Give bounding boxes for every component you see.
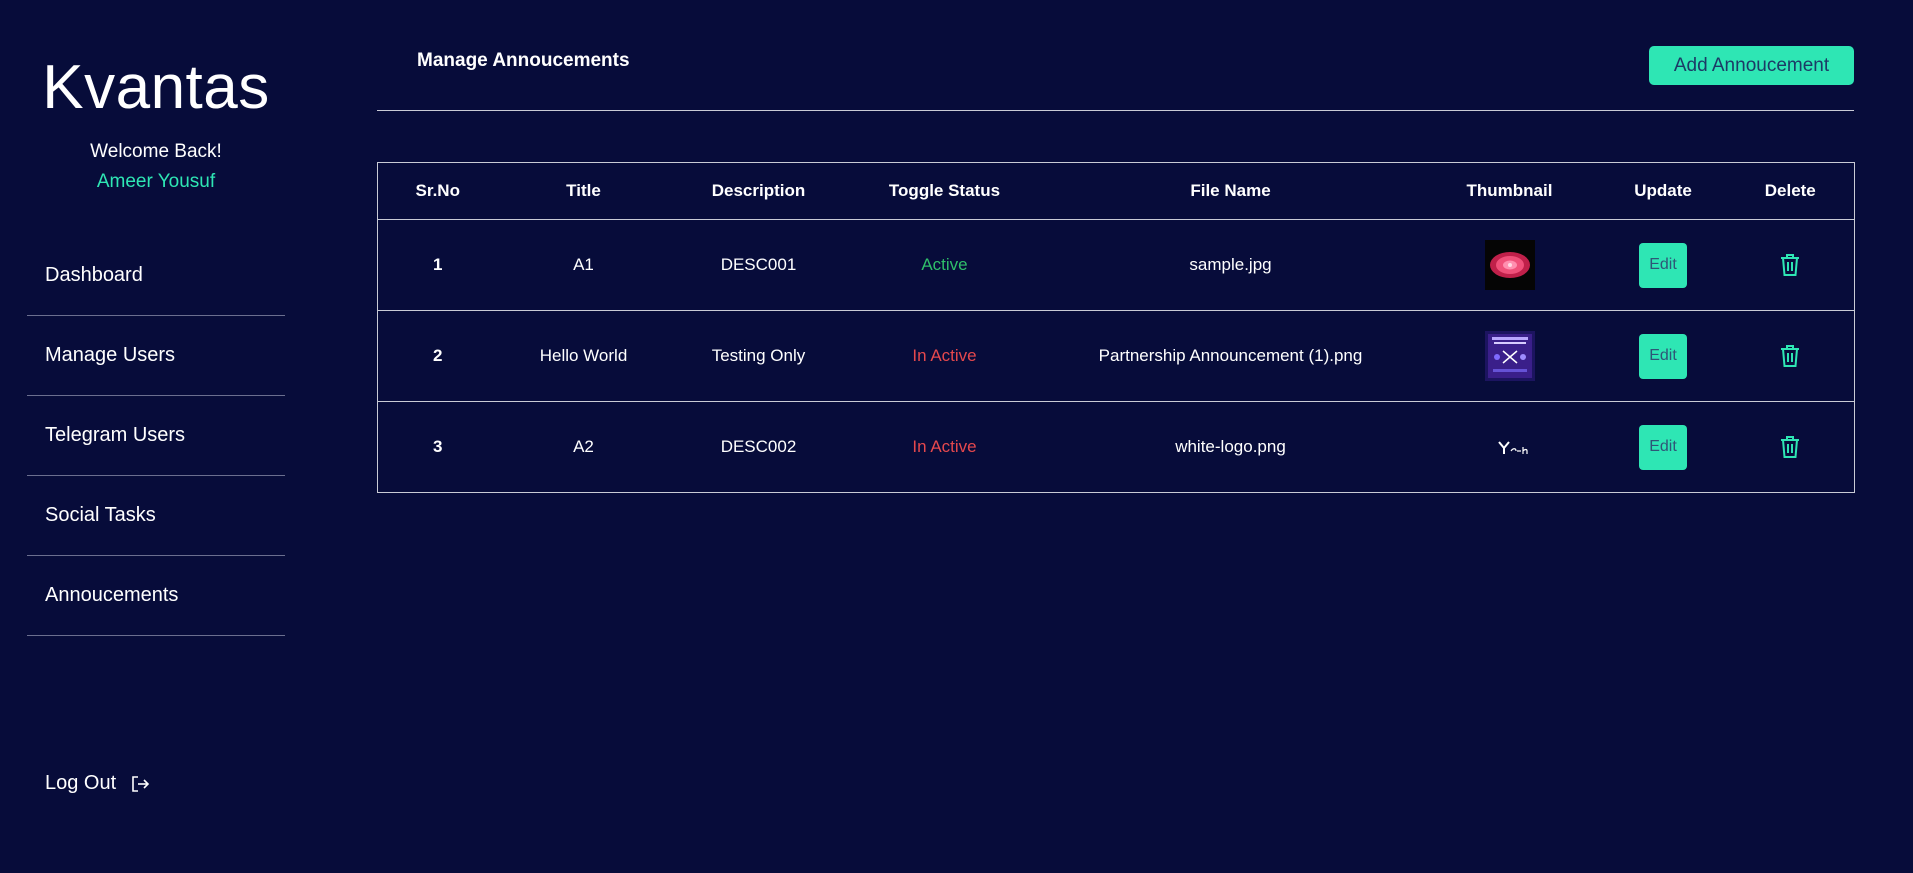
description-cell: DESC001	[669, 219, 848, 311]
thumbnail-image	[1484, 331, 1535, 381]
add-annoucement-button[interactable]: Add Annoucement	[1649, 46, 1854, 85]
sidebar-item-label: Dashboard	[45, 264, 143, 286]
column-header: Toggle Status	[847, 162, 1042, 220]
column-header: Sr.No	[377, 162, 498, 220]
trash-icon[interactable]	[1779, 344, 1801, 368]
logout-button[interactable]: Log Out	[45, 772, 150, 795]
sidebar-item-social-tasks[interactable]: Social Tasks	[27, 476, 285, 556]
file-name-cell: Partnership Announcement (1).png	[1041, 310, 1420, 402]
sr-no-cell: 2	[377, 310, 498, 402]
delete-cell	[1726, 310, 1855, 402]
status-cell[interactable]: Active	[847, 219, 1042, 311]
header-divider	[377, 110, 1854, 111]
thumbnail-cell	[1419, 219, 1600, 311]
title-cell: A1	[497, 219, 670, 311]
file-name-cell: white-logo.png	[1175, 437, 1286, 456]
edit-button[interactable]: Edit	[1639, 424, 1687, 470]
welcome-text: Welcome Back!	[90, 141, 222, 162]
file-name-cell: sample.jpg	[1041, 219, 1420, 311]
table-row: 1 A1 DESC001 Active sample.jpg Edit	[377, 219, 1855, 311]
sidebar-item-telegram-users[interactable]: Telegram Users	[27, 396, 285, 476]
sidebar-nav: Dashboard Manage Users Telegram Users So…	[27, 236, 285, 636]
column-header: Thumbnail	[1419, 162, 1600, 220]
update-cell: Edit	[1599, 219, 1727, 311]
thumbnail-cell	[1420, 402, 1600, 493]
trash-icon[interactable]	[1779, 253, 1801, 277]
sidebar-item-annoucements[interactable]: Annoucements	[27, 556, 285, 636]
sr-no-cell: 1	[377, 219, 498, 311]
column-header: Delete	[1726, 162, 1855, 220]
thumbnail-image	[1484, 240, 1535, 290]
annoucements-table: Sr.No Title Description Toggle Status Fi…	[377, 162, 1855, 493]
trash-icon[interactable]	[1779, 435, 1801, 459]
update-cell: Edit	[1600, 402, 1727, 493]
brand-logo: Kvantas	[42, 53, 270, 122]
delete-cell	[1727, 402, 1855, 493]
user-name: Ameer Yousuf	[96, 171, 216, 192]
sidebar-item-manage-users[interactable]: Manage Users	[27, 316, 285, 396]
table-header-row: Sr.No Title Description Toggle Status Fi…	[377, 162, 1855, 220]
sr-no-cell: 3	[433, 437, 443, 456]
logout-icon	[132, 775, 150, 792]
delete-cell	[1726, 219, 1855, 311]
page-title: Manage Annoucements	[417, 50, 630, 71]
sidebar-item-label: Telegram Users	[45, 424, 186, 446]
description-cell: DESC002	[720, 437, 797, 456]
column-header: File Name	[1041, 162, 1420, 220]
title-cell: Hello World	[497, 310, 670, 402]
description-cell: Testing Only	[669, 310, 848, 402]
edit-button[interactable]: Edit	[1639, 333, 1687, 379]
update-cell: Edit	[1599, 310, 1727, 402]
sidebar: Kvantas Welcome Back! Ameer Yousuf Dashb…	[0, 0, 310, 873]
status-cell[interactable]: In Active	[847, 310, 1042, 402]
thumbnail-image	[1497, 441, 1528, 454]
sidebar-item-label: Social Tasks	[45, 504, 156, 526]
sidebar-item-dashboard[interactable]: Dashboard	[27, 236, 285, 316]
edit-button[interactable]: Edit	[1639, 242, 1687, 288]
title-cell: A2	[573, 437, 594, 456]
thumbnail-cell	[1419, 310, 1600, 402]
sidebar-item-label: Annoucements	[45, 584, 179, 606]
column-header: Title	[497, 162, 670, 220]
table-row: 2 Hello World Testing Only In Active Par…	[377, 310, 1855, 402]
logout-label: Log Out	[45, 772, 117, 794]
table-row: 3 A2 DESC002 In Active white-logo.png Ed…	[378, 402, 1855, 493]
column-header: Description	[669, 162, 848, 220]
sidebar-item-label: Manage Users	[45, 344, 176, 366]
column-header: Update	[1599, 162, 1727, 220]
status-cell[interactable]: In Active	[848, 402, 1042, 493]
